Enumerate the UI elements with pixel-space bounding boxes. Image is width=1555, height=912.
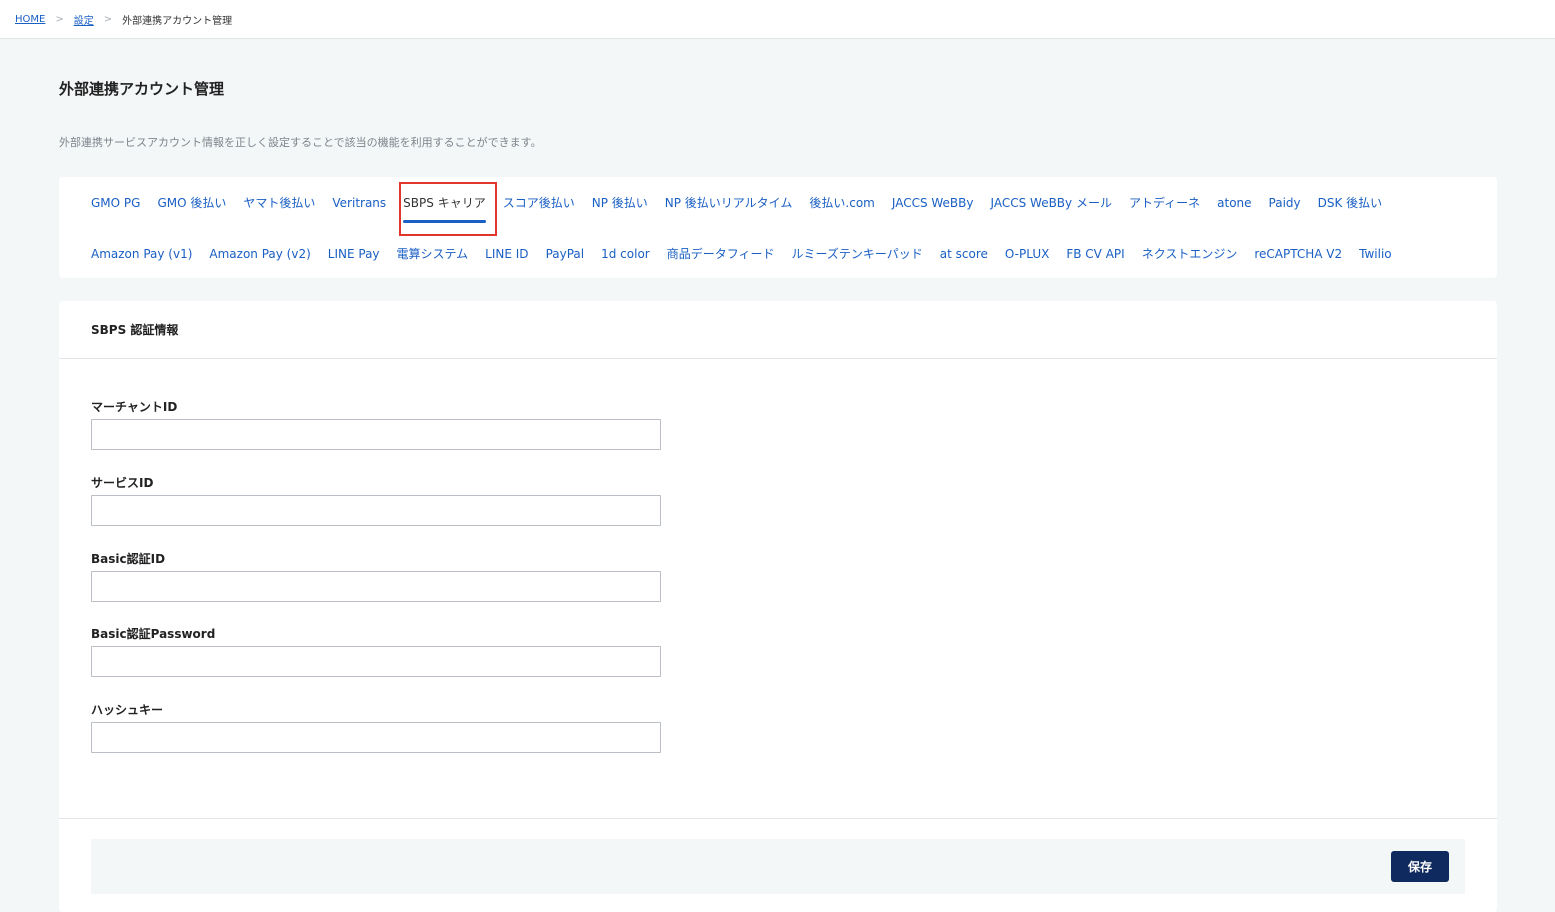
tab-atobarai-com[interactable]: 後払い.com <box>809 193 874 213</box>
merchant-id-field: マーチャントID <box>91 399 661 450</box>
field-label: サービスID <box>91 476 154 490</box>
service-id-field: サービスID <box>91 475 661 526</box>
tab-at-score[interactable]: at score <box>940 244 988 264</box>
tab-amazon-pay-v2[interactable]: Amazon Pay (v2) <box>209 244 310 264</box>
breadcrumb-separator: > <box>103 13 113 25</box>
merchant-id-input[interactable] <box>91 419 661 450</box>
tab-next-engine[interactable]: ネクストエンジン <box>1142 244 1238 264</box>
tab-np-atobarai[interactable]: NP 後払い <box>592 193 648 213</box>
tab-score-atobarai[interactable]: スコア後払い <box>503 193 575 213</box>
breadcrumb-current: 外部連携アカウント管理 <box>122 15 233 27</box>
tab-line-pay[interactable]: LINE Pay <box>328 244 380 264</box>
footer-divider <box>59 818 1497 819</box>
tab-recaptcha-v2[interactable]: reCAPTCHA V2 <box>1254 244 1342 264</box>
tab-np-atobarai-realtime[interactable]: NP 後払いリアルタイム <box>665 193 793 213</box>
tab-1d-color[interactable]: 1d color <box>601 244 650 264</box>
tab-atodine[interactable]: アトディーネ <box>1129 193 1200 213</box>
tab-jaccs-webby[interactable]: JACCS WeBBy <box>892 193 974 213</box>
tab-row-1: GMO PG GMO 後払い ヤマト後払い Veritrans SBPS キャリ… <box>91 193 1399 223</box>
tab-paidy[interactable]: Paidy <box>1269 193 1301 213</box>
save-button[interactable]: 保存 <box>1391 851 1449 882</box>
page-title: 外部連携アカウント管理 <box>59 80 225 98</box>
tab-remise-tenkey-pad[interactable]: ルミーズテンキーパッド <box>792 244 923 264</box>
breadcrumb-home-link[interactable]: HOME <box>15 14 45 25</box>
active-tab-indicator <box>403 220 486 223</box>
form-footer: 保存 <box>91 839 1465 894</box>
tab-densan-system[interactable]: 電算システム <box>397 244 469 264</box>
tab-row-2: Amazon Pay (v1) Amazon Pay (v2) LINE Pay… <box>91 244 1409 264</box>
hash-key-input[interactable] <box>91 722 661 753</box>
service-tabs: GMO PG GMO 後払い ヤマト後払い Veritrans SBPS キャリ… <box>59 177 1497 278</box>
field-label: Basic認証Password <box>91 627 216 641</box>
basic-auth-id-input[interactable] <box>91 571 661 602</box>
tab-veritrans[interactable]: Veritrans <box>332 193 386 213</box>
tab-line-id[interactable]: LINE ID <box>485 244 528 264</box>
service-id-input[interactable] <box>91 495 661 526</box>
tab-sbps-carrier[interactable]: SBPS キャリア <box>403 193 486 223</box>
field-label: ハッシュキー <box>91 703 164 717</box>
tab-jaccs-webby-mail[interactable]: JACCS WeBBy メール <box>991 193 1112 213</box>
hash-key-field: ハッシュキー <box>91 702 661 753</box>
tab-fb-cv-api[interactable]: FB CV API <box>1066 244 1124 264</box>
tab-amazon-pay-v1[interactable]: Amazon Pay (v1) <box>91 244 192 264</box>
tab-yamato-atobarai[interactable]: ヤマト後払い <box>243 193 315 213</box>
tab-gmo-atobarai[interactable]: GMO 後払い <box>157 193 226 213</box>
tab-atone[interactable]: atone <box>1217 193 1251 213</box>
breadcrumb-separator: > <box>55 13 64 25</box>
tab-paypal[interactable]: PayPal <box>546 244 585 264</box>
page-description: 外部連携サービスアカウント情報を正しく設定することで該当の機能を利用することがで… <box>59 136 542 149</box>
basic-auth-password-field: Basic認証Password <box>91 626 661 677</box>
tab-sbps-carrier-label: SBPS キャリア <box>403 196 486 210</box>
section-title: SBPS 認証情報 <box>59 301 1497 359</box>
tab-twilio[interactable]: Twilio <box>1359 244 1392 264</box>
field-label: Basic認証ID <box>91 552 166 566</box>
field-label: マーチャントID <box>91 400 178 414</box>
breadcrumb-settings-link[interactable]: 設定 <box>74 12 94 27</box>
basic-auth-password-input[interactable] <box>91 646 661 677</box>
sbps-auth-form: SBPS 認証情報 マーチャントID サービスID Basic認証ID Basi… <box>59 301 1497 912</box>
breadcrumb: HOME > 設定 > 外部連携アカウント管理 <box>0 0 1555 39</box>
tab-dsk-atobarai[interactable]: DSK 後払い <box>1318 193 1383 213</box>
tab-product-data-feed[interactable]: 商品データフィード <box>667 244 775 264</box>
tab-gmo-pg[interactable]: GMO PG <box>91 193 140 213</box>
tab-o-plux[interactable]: O-PLUX <box>1005 244 1049 264</box>
basic-auth-id-field: Basic認証ID <box>91 551 661 602</box>
